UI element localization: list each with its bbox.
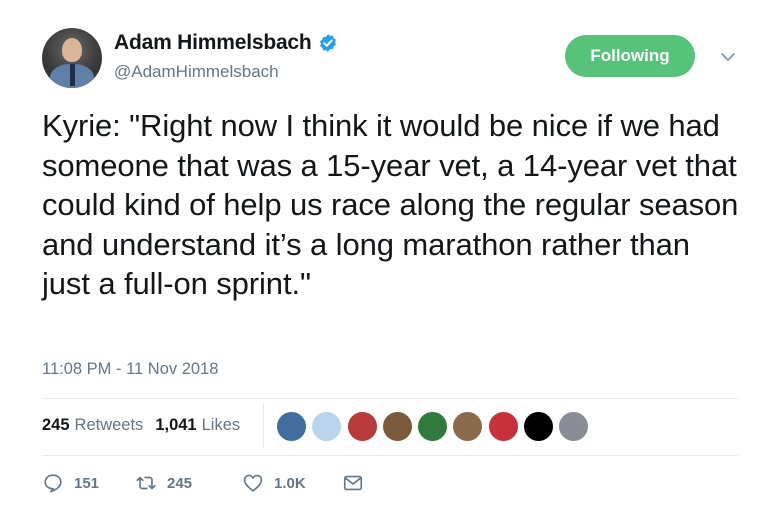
author-display-name[interactable]: Adam Himmelsbach xyxy=(114,31,312,55)
liker-avatar[interactable] xyxy=(523,411,555,442)
tweet-card: Adam Himmelsbach @AdamHimmelsbach Follow… xyxy=(0,0,775,519)
liker-avatar[interactable] xyxy=(346,411,378,442)
retweet-count: 245 xyxy=(167,474,193,492)
following-button[interactable]: Following xyxy=(565,35,695,77)
liker-avatar[interactable] xyxy=(311,411,343,442)
tweet-timestamp[interactable]: 11:08 PM - 11 Nov 2018 xyxy=(42,360,218,379)
chevron-down-icon[interactable] xyxy=(718,47,738,67)
stats-separator xyxy=(263,403,264,449)
tweet-text: Kyrie: "Right now I think it would be ni… xyxy=(42,108,739,301)
heart-icon xyxy=(243,474,263,492)
avatar-head xyxy=(62,38,82,62)
retweets-label[interactable]: Retweets xyxy=(75,416,144,435)
liker-avatar[interactable] xyxy=(558,411,590,442)
author-name-row: Adam Himmelsbach xyxy=(114,31,338,55)
tweet-stats: 245 Retweets 1,041 Likes xyxy=(42,416,240,435)
liker-avatars xyxy=(276,411,594,442)
liker-avatar[interactable] xyxy=(381,411,413,442)
liker-avatar[interactable] xyxy=(417,411,449,442)
reply-count: 151 xyxy=(74,474,100,492)
retweet-button[interactable]: 245 xyxy=(135,472,192,494)
reply-button[interactable]: 151 xyxy=(42,472,99,494)
verified-badge-icon xyxy=(319,34,336,52)
liker-avatar[interactable] xyxy=(452,411,484,442)
divider xyxy=(42,455,738,456)
likes-count[interactable]: 1,041 xyxy=(155,416,196,435)
likes-label[interactable]: Likes xyxy=(202,416,241,435)
reply-icon xyxy=(44,474,62,493)
envelope-icon xyxy=(343,475,363,491)
retweets-count[interactable]: 245 xyxy=(42,416,70,435)
retweet-icon xyxy=(136,476,156,490)
avatar-tie xyxy=(70,64,75,86)
author-avatar[interactable] xyxy=(42,28,102,88)
author-handle[interactable]: @AdamHimmelsbach xyxy=(114,62,279,82)
liker-avatar[interactable] xyxy=(487,411,519,442)
direct-message-button[interactable] xyxy=(342,472,364,494)
like-count: 1.0K xyxy=(274,474,306,492)
divider xyxy=(42,398,738,399)
like-button[interactable]: 1.0K xyxy=(242,472,306,494)
liker-avatar[interactable] xyxy=(276,411,307,442)
